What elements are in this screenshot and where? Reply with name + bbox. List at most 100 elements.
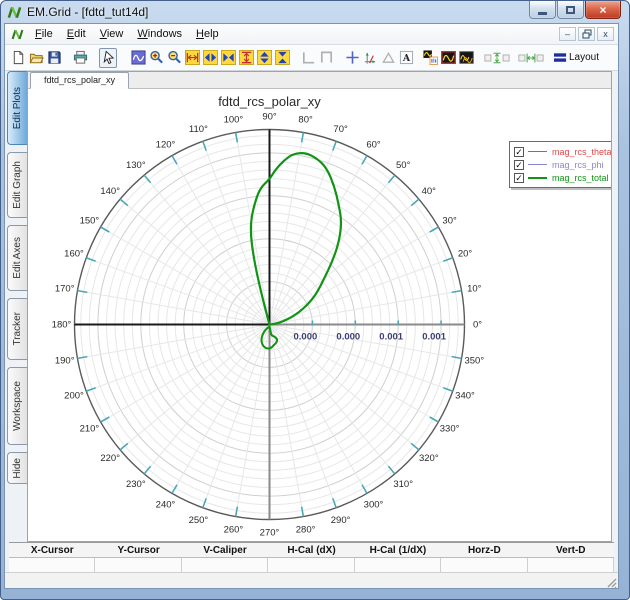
angle-label: 280° [296, 524, 316, 535]
angle-label: 20° [458, 248, 473, 259]
sidebar-item-tracker[interactable]: Tracker [7, 298, 27, 360]
angle-label: 130° [126, 160, 146, 171]
angle-label: 210° [80, 424, 100, 435]
sidebar-item-label: Tracker [12, 312, 23, 346]
layout-icon [554, 53, 567, 62]
maximize-icon [566, 5, 575, 14]
legend-line-sample [528, 151, 547, 152]
open-file-button[interactable] [27, 48, 45, 68]
select-arrow-icon [103, 50, 114, 65]
export-plot-icon [422, 50, 438, 65]
sidebar-item-edit-graph[interactable]: Edit Graph [7, 152, 27, 218]
angle-label: 180° [52, 320, 72, 331]
crosshair-button[interactable] [343, 48, 361, 68]
menu-edit[interactable]: Edit [60, 26, 93, 42]
print-button[interactable] [71, 48, 89, 68]
readout-value-cell [95, 558, 182, 572]
sidebar-item-hide[interactable]: Hide [7, 452, 27, 484]
sidebar-item-workspace[interactable]: Workspace [7, 367, 27, 445]
plot-style-2-icon [458, 51, 474, 64]
radial-tick-label: 0.001 [422, 332, 446, 343]
readout-header-h-cal-1-dx-: H-Cal (1/dX) [369, 545, 427, 556]
layout-button[interactable]: Layout [553, 48, 601, 68]
layout-label: Layout [569, 52, 600, 63]
angle-label: 100° [224, 115, 244, 126]
fit-y-button[interactable] [255, 48, 273, 68]
sidebar-item-label: Workspace [12, 381, 23, 431]
menu-help[interactable]: Help [189, 26, 226, 42]
emgrid-logo-icon [7, 5, 22, 20]
fit-y-icon [256, 50, 272, 65]
zoom-in-button[interactable] [147, 48, 165, 68]
minimize-button[interactable] [529, 1, 556, 19]
legend-checkbox-mag_rcs_theta[interactable]: ✓ [514, 146, 524, 157]
status-bar [5, 572, 618, 589]
menu-windows[interactable]: Windows [130, 26, 189, 42]
angle-label: 120° [156, 139, 176, 150]
readout-header-x-cursor: X-Cursor [30, 545, 74, 556]
legend-line-sample [528, 164, 547, 165]
readout-value-cell [527, 558, 614, 572]
readout-header-v-caliper: V-Caliper [203, 545, 247, 556]
mdi-close-button[interactable]: x [597, 27, 614, 41]
plot-style-1-button[interactable] [439, 48, 457, 68]
new-file-button[interactable] [9, 48, 27, 68]
plot-style-2-button[interactable] [457, 48, 475, 68]
plot-title: fdtd_rcs_polar_xy [218, 94, 321, 109]
maximize-button[interactable] [557, 1, 584, 19]
sidebar-item-edit-plots[interactable]: Edit Plots [7, 71, 27, 145]
select-arrow-button[interactable] [99, 47, 117, 68]
readout-value-cell [268, 558, 355, 572]
angle-label: 270° [260, 528, 280, 539]
readout-value-cell [354, 558, 442, 572]
save-file-button[interactable] [45, 48, 63, 68]
fit-height-box-icon [484, 52, 510, 63]
angle-label: 10° [467, 283, 482, 294]
document-icon [11, 28, 24, 41]
radial-tick-label: 0.000 [336, 332, 360, 343]
radial-tick-label: 0.000 [294, 332, 318, 343]
export-plot-button[interactable] [421, 48, 439, 68]
mdi-minimize-button[interactable]: – [559, 27, 576, 41]
angle-label: 90° [262, 112, 277, 123]
fit-plot-button[interactable] [129, 48, 147, 68]
mdi-restore-button[interactable] [578, 27, 595, 41]
axes-button[interactable] [361, 48, 379, 68]
angle-label: 350° [464, 356, 484, 367]
legend-checkbox-mag_rcs_phi[interactable]: ✓ [514, 159, 524, 170]
angle-label: 240° [156, 500, 176, 511]
sidebar-item-label: Edit Graph [12, 161, 23, 209]
readout-header-y-cursor: Y-Cursor [117, 545, 160, 556]
expand-y-button[interactable] [237, 48, 255, 68]
resize-grip[interactable] [605, 575, 617, 589]
print-icon [73, 50, 87, 64]
polar-plot-canvas[interactable]: 0.000 0.000 0.001 0.001 0° 10° 20° 30° 40° 50° 60°… [28, 89, 611, 541]
legend-label: mag_rcs_phi [552, 159, 604, 170]
angle-label: 190° [55, 356, 75, 367]
zoom-out-icon [167, 50, 181, 64]
menu-file[interactable]: File [28, 26, 60, 42]
angle-label: 340° [455, 391, 475, 402]
angle-label: 0° [473, 320, 482, 331]
angle-label: 60° [366, 139, 381, 150]
fit-x-button[interactable] [201, 48, 219, 68]
tab-fdtd-rcs-polar-xy[interactable]: fdtd_rcs_polar_xy [30, 72, 130, 89]
sidebar-item-edit-axes[interactable]: Edit Axes [7, 225, 27, 291]
angle-label: 260° [224, 524, 244, 535]
save-file-icon [47, 51, 61, 64]
open-file-icon [29, 53, 44, 64]
cursor-readout-table: X-Cursor Y-Cursor V-Caliper H-Cal (dX) H-Cal… [9, 542, 614, 572]
margin-top-button [317, 48, 335, 68]
menu-bar: File Edit View Windows Help – x [5, 24, 618, 45]
readout-value-cell [441, 558, 528, 572]
close-button[interactable]: × [585, 1, 621, 19]
menu-view[interactable]: View [93, 26, 131, 42]
shrink-y-button[interactable] [273, 48, 291, 68]
shrink-x-button[interactable] [219, 48, 237, 68]
expand-x-button[interactable] [183, 48, 201, 68]
text-label-button[interactable]: A [397, 48, 415, 68]
zoom-out-button[interactable] [165, 48, 183, 68]
close-icon: × [599, 2, 607, 17]
legend-checkbox-mag_rcs_total[interactable]: ✓ [514, 172, 524, 183]
angle-label: 320° [419, 453, 439, 464]
